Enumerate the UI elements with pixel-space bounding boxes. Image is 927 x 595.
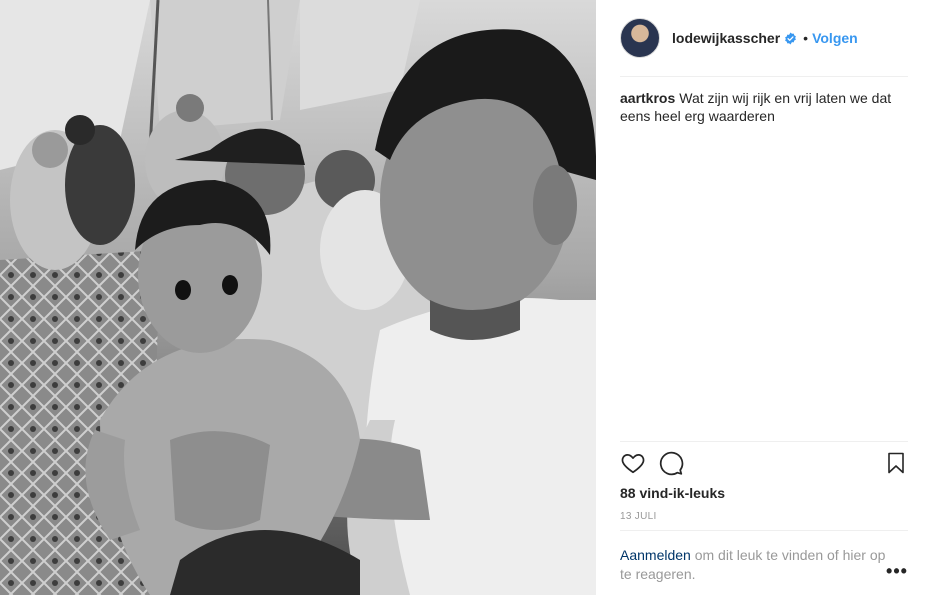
post-date[interactable]: 13 JULI — [620, 511, 657, 522]
bookmark-icon[interactable] — [884, 450, 912, 478]
post-header: lodewijkasscher • Volgen — [620, 16, 908, 60]
follow-button[interactable]: Volgen — [812, 30, 858, 46]
avatar[interactable] — [620, 18, 660, 58]
post-photo[interactable] — [0, 0, 596, 595]
divider — [620, 76, 908, 77]
more-options-button[interactable]: ••• — [886, 562, 908, 580]
caption: aartkros Wat zijn wij rijk en vrij laten … — [620, 89, 908, 125]
comment-icon[interactable] — [658, 450, 686, 478]
login-link[interactable]: Aanmelden — [620, 547, 691, 563]
like-count[interactable]: 88 vind-ik-leuks — [620, 485, 725, 501]
instagram-post-embed: lodewijkasscher • Volgen aartkros Wat zij… — [0, 0, 927, 595]
caption-author[interactable]: aartkros — [620, 90, 675, 106]
heart-icon[interactable] — [620, 450, 648, 478]
header-separator: • — [803, 30, 809, 46]
post-photo-graphic — [0, 0, 596, 595]
login-prompt: Aanmelden om dit leuk te vinden of hier … — [620, 546, 888, 584]
verified-badge-icon — [784, 32, 797, 45]
divider — [620, 530, 908, 531]
post-sidebar: lodewijkasscher • Volgen aartkros Wat zij… — [596, 0, 927, 595]
divider — [620, 441, 908, 442]
account-username[interactable]: lodewijkasscher — [672, 30, 780, 46]
action-bar — [620, 450, 908, 478]
